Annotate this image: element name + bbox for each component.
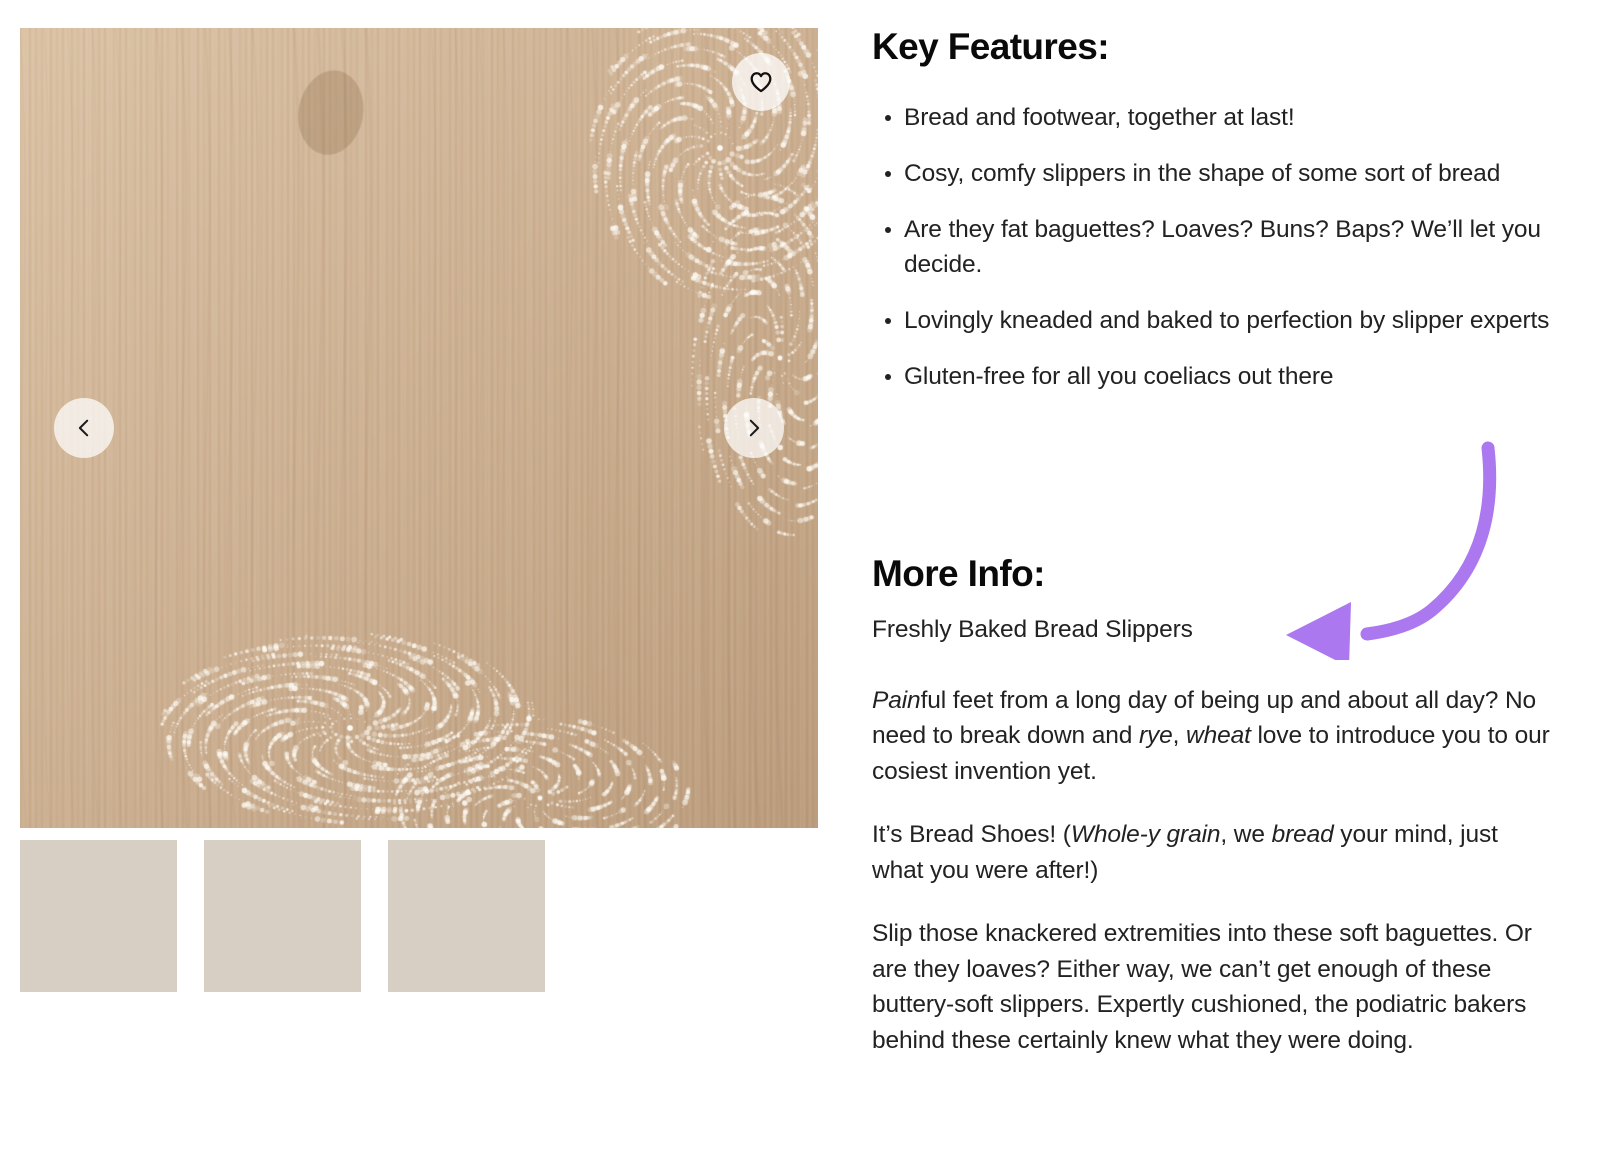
wishlist-button[interactable]	[732, 53, 790, 111]
more-info-body: Freshly Baked Bread Slippers Painful fee…	[872, 612, 1552, 1086]
plain-text: It’s Bread Shoes! (	[872, 821, 1071, 848]
plain-text: Slip those knackered extremities into th…	[872, 920, 1532, 1054]
hero-image[interactable]	[20, 28, 818, 828]
more-info-paragraph-2: It’s Bread Shoes! (Whole-y grain, we bre…	[872, 817, 1552, 888]
key-feature-item: Cosy, comfy slippers in the shape of som…	[885, 156, 1552, 191]
more-info-paragraph-1: Painful feet from a long day of being up…	[872, 683, 1552, 790]
thumbnail-3-canvas	[388, 840, 545, 992]
product-page: Key Features: Bread and footwear, togeth…	[0, 0, 1600, 1156]
thumbnail-2-canvas	[204, 840, 361, 992]
key-features-heading: Key Features:	[872, 26, 1110, 67]
plain-text: ,	[1172, 722, 1187, 749]
product-copy-column: Key Features: Bread and footwear, togeth…	[872, 0, 1562, 1156]
emphasised-text: bread	[1271, 821, 1334, 848]
gallery-thumbnail-1[interactable]	[20, 840, 177, 992]
plain-text: , we	[1220, 821, 1272, 848]
emphasised-text: Whole-y grain	[1070, 821, 1221, 848]
key-features-list: Bread and footwear, together at last! Cos…	[872, 100, 1552, 415]
emphasised-text: Pain	[872, 686, 921, 714]
gallery-thumbnail-2[interactable]	[204, 840, 361, 992]
chevron-right-icon	[749, 419, 760, 437]
key-feature-item: Lovingly kneaded and baked to perfection…	[885, 303, 1552, 338]
more-info-paragraph-3: Slip those knackered extremities into th…	[872, 916, 1552, 1058]
gallery-thumbnail-strip	[20, 840, 545, 992]
key-feature-item: Gluten-free for all you coeliacs out the…	[885, 359, 1552, 394]
chevron-left-icon	[78, 419, 89, 437]
hero-image-canvas	[20, 28, 818, 828]
product-gallery	[20, 28, 818, 828]
more-info-heading: More Info:	[872, 553, 1045, 594]
heart-outline-icon	[750, 72, 772, 93]
product-title-line: Freshly Baked Bread Slippers	[872, 616, 1193, 643]
emphasised-text: rye	[1138, 722, 1173, 749]
gallery-prev-button[interactable]	[54, 398, 114, 458]
gallery-thumbnail-3[interactable]	[388, 840, 545, 992]
emphasised-text: wheat	[1186, 722, 1251, 749]
key-feature-item: Are they fat baguettes? Loaves? Buns? Ba…	[885, 212, 1552, 282]
key-feature-item: Bread and footwear, together at last!	[885, 100, 1552, 135]
gallery-next-button[interactable]	[724, 398, 784, 458]
thumbnail-1-canvas	[20, 840, 177, 992]
